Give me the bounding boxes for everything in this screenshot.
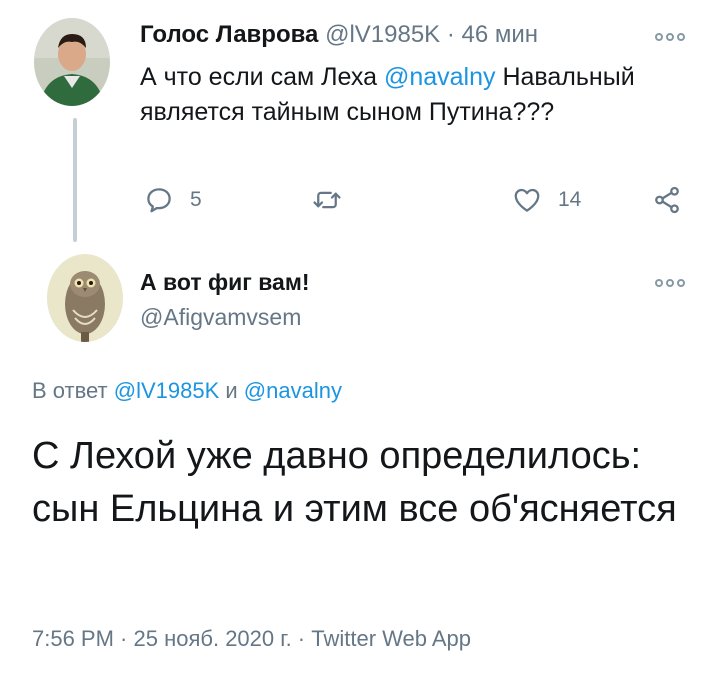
mention-link[interactable]: @navalny [384,63,496,91]
reply-button[interactable]: 5 [144,183,202,217]
mention-link[interactable]: @lV1985K [114,378,220,403]
tweet-timestamp-footer[interactable]: 7:56 PM · 25 нояб. 2020 г. · Twitter Web… [32,624,471,654]
reply-conjunction: и [219,378,244,403]
avatar[interactable] [34,18,110,106]
tweet1-header: Голос Лаврова @lV1985K · 46 мин [140,20,538,50]
reply-context: В ответ @lV1985K и @navalny [32,376,342,406]
author-handle[interactable]: @Afigvamvsem [140,302,301,332]
like-button[interactable]: 14 [512,183,581,217]
reply-count: 5 [190,188,202,211]
thread-connector-line [73,118,77,242]
author-name[interactable]: А вот фиг вам! [140,267,310,297]
author-name[interactable]: Голос Лаврова [140,21,318,48]
author-handle[interactable]: @lV1985K [325,21,440,48]
mention-link[interactable]: @navalny [244,378,342,403]
tweet-text-part: А что если сам Леха [140,63,384,91]
tweet2-text: С Лехой уже давно определилось: сын Ельц… [32,435,677,530]
reply-icon [147,188,171,213]
retweet-icon [313,191,341,209]
share-icon [655,186,679,214]
tweet1-text: А что если сам Леха @navalny Навальный я… [140,60,660,130]
avatar[interactable] [47,254,123,342]
meta-separator: · [446,21,455,48]
like-icon [514,188,540,212]
retweet-button[interactable] [312,183,342,217]
reply-prefix: В ответ [32,378,114,403]
tweet-time[interactable]: 46 мин [462,21,539,48]
share-button[interactable] [652,183,682,217]
tweet1-actions: 5 14 [140,183,700,217]
like-count: 14 [558,188,582,211]
more-icon[interactable] [655,274,689,287]
more-icon[interactable] [655,28,689,41]
